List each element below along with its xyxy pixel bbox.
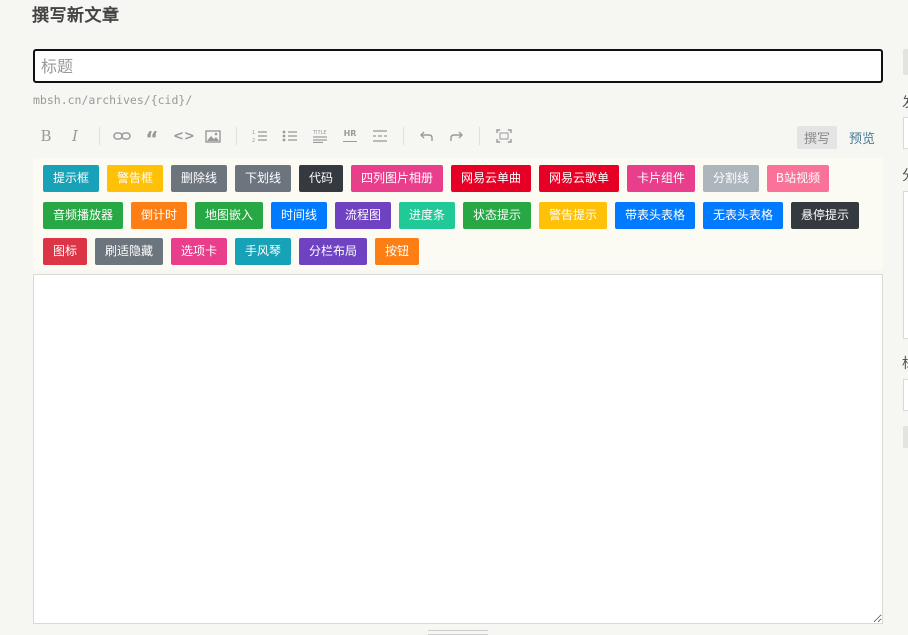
shortcode-button[interactable]: 选项卡 [171,238,227,265]
shortcode-panel: 提示框 警告框 删除线 下划线 代码 四列图片相册 网易云单曲 网易云歌单 卡片组件 分割线 B站视… [33,158,883,270]
sidebar-label-publish: 发 [902,92,908,112]
svg-text:TITLE: TITLE [312,130,327,136]
editor-resize-handle[interactable] [428,630,488,635]
shortcode-button[interactable]: 四列图片相册 [351,165,443,192]
permalink-prefix: mbsh.cn/archives/ [33,93,151,107]
shortcode-button[interactable]: 警告提示 [539,202,607,229]
image-icon[interactable] [204,126,222,146]
ordered-list-icon[interactable]: 12 [251,126,269,146]
shortcode-button[interactable]: 网易云单曲 [451,165,531,192]
shortcode-button[interactable]: 无表头表格 [703,202,783,229]
code-icon[interactable]: <> [173,126,195,146]
shortcode-button[interactable]: 代码 [299,165,343,192]
permalink-suffix: / [185,93,193,107]
unordered-list-icon[interactable] [281,126,299,146]
svg-text:2: 2 [252,138,255,143]
toolbar-divider [99,127,100,145]
shortcode-button[interactable]: 时间线 [271,202,327,229]
italic-icon[interactable]: I [66,126,84,146]
tab-preview[interactable]: 预览 [849,126,875,149]
bold-icon[interactable]: B [37,126,55,146]
shortcode-button[interactable]: 进度条 [399,202,455,229]
fullscreen-icon[interactable] [495,126,513,146]
sidebar-category-list[interactable] [903,191,908,339]
shortcode-button[interactable]: 卡片组件 [627,165,695,192]
page-title: 撰写新文章 [32,6,120,26]
tab-write[interactable]: 撰写 [796,126,837,149]
editor-toolbar: B I “ <> 12 TITLE HR 撰写 预览 [33,121,883,151]
shortcode-button[interactable]: 悬停提示 [791,202,859,229]
title-input[interactable] [33,49,883,83]
shortcode-button[interactable]: 带表头表格 [615,202,695,229]
link-icon[interactable] [113,126,131,146]
shortcode-button[interactable]: 刷适隐藏 [95,238,163,265]
undo-icon[interactable] [418,126,436,146]
redo-icon[interactable] [447,126,465,146]
shortcode-button[interactable]: 流程图 [335,202,391,229]
sidebar-tags-field[interactable] [903,379,908,411]
sidebar-button[interactable] [903,49,908,75]
shortcode-button[interactable]: 地图嵌入 [195,202,263,229]
sidebar-chip[interactable] [903,426,908,448]
shortcode-button[interactable]: 音频播放器 [43,202,123,229]
shortcode-button[interactable]: 按钮 [375,238,419,265]
shortcode-button[interactable]: 手风琴 [235,238,291,265]
sidebar-label-tags: 标 [902,353,908,373]
shortcode-button[interactable]: 分栏布局 [299,238,367,265]
permalink-slug[interactable]: {cid} [151,93,186,107]
toolbar-divider [403,127,404,145]
shortcode-button[interactable]: 分割线 [703,165,759,192]
toolbar-divider [479,127,480,145]
shortcode-button[interactable]: B站视频 [767,165,829,192]
more-icon[interactable] [371,126,389,146]
shortcode-button[interactable]: 提示框 [43,165,99,192]
permalink[interactable]: mbsh.cn/archives/{cid}/ [33,93,192,107]
shortcode-button[interactable]: 倒计时 [131,202,187,229]
toolbar-divider [236,127,237,145]
shortcode-button[interactable]: 删除线 [171,165,227,192]
hr-icon[interactable]: HR [341,126,359,146]
shortcode-button[interactable]: 网易云歌单 [539,165,619,192]
sidebar-label-category: 分 [902,165,908,185]
shortcode-button[interactable]: 状态提示 [463,202,531,229]
svg-text:1: 1 [252,130,255,136]
shortcode-button[interactable]: 警告框 [107,165,163,192]
content-editor[interactable] [33,274,883,624]
shortcode-button[interactable]: 图标 [43,238,87,265]
heading-icon[interactable]: TITLE [311,126,329,146]
sidebar-date-field[interactable] [903,117,908,149]
shortcode-button[interactable]: 下划线 [235,165,291,192]
quote-icon[interactable]: “ [143,126,161,149]
